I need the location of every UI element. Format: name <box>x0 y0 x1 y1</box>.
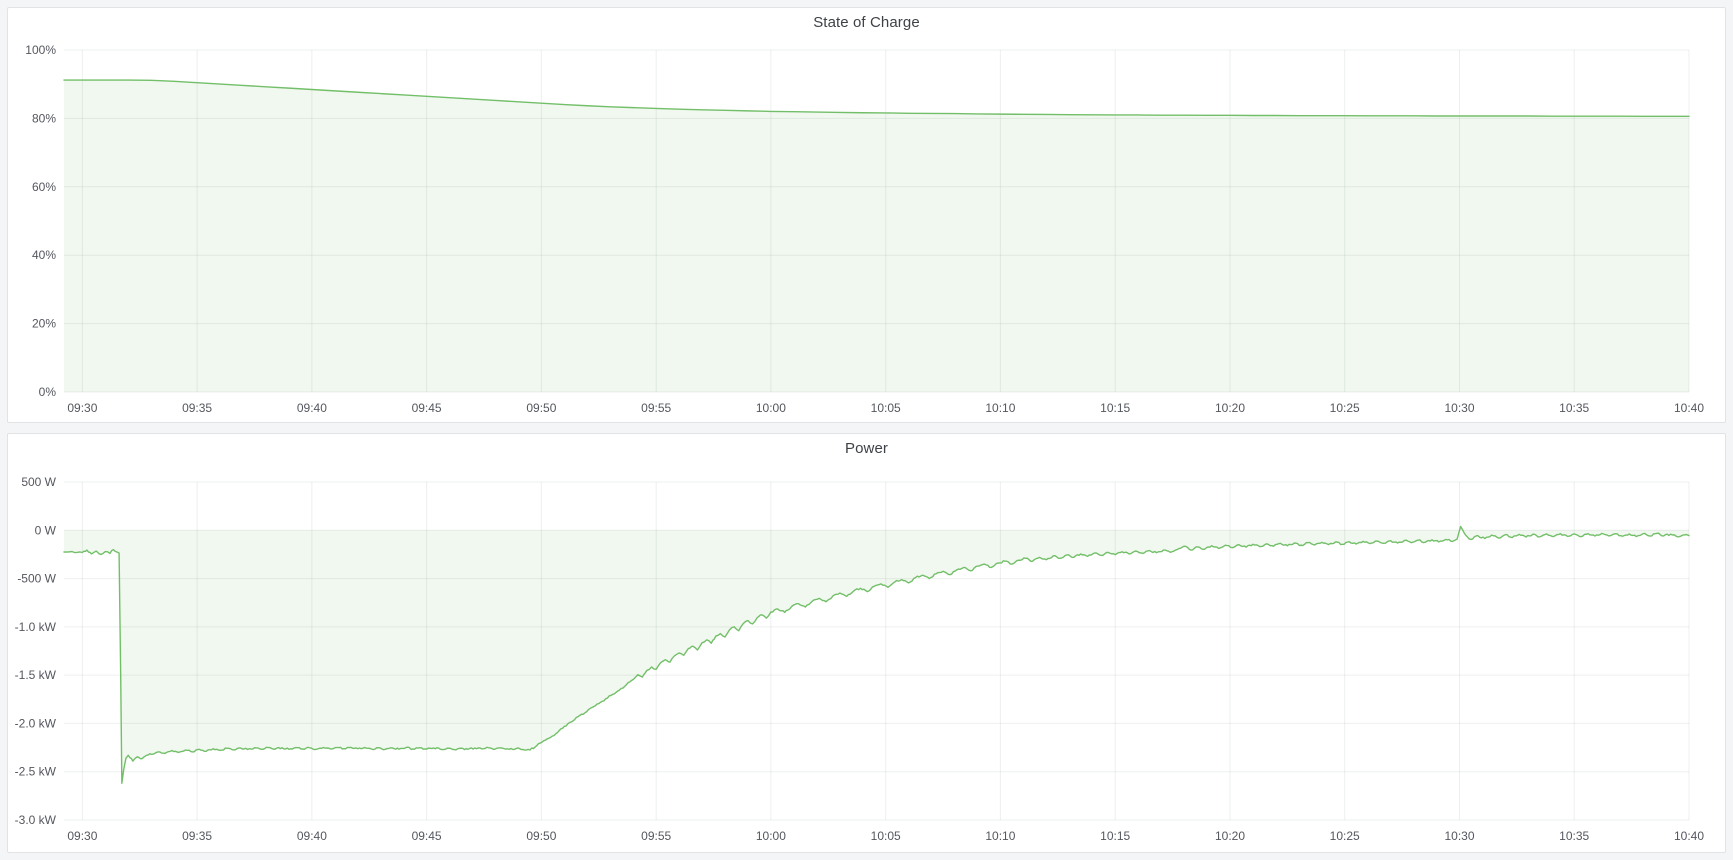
soc-chart-svg: 0% 20% 40% 60% 80% 100% 09:30 09:35 09:40 09:45 09… <box>8 36 1725 420</box>
x-tick-label: 09:50 <box>526 401 556 415</box>
x-tick-label: 09:50 <box>526 829 556 843</box>
y-tick-label: -1.5 kW <box>15 668 57 682</box>
x-tick-label: 10:40 <box>1674 829 1704 843</box>
soc-panel: State of Charge 0%20%40%60%80%100%09:300… <box>7 7 1726 423</box>
x-tick-label: 10:05 <box>871 829 901 843</box>
y-tick-label: 0 W <box>35 523 57 537</box>
y-tick-label: 20% <box>32 317 56 331</box>
power-panel-title[interactable]: Power <box>8 434 1725 462</box>
x-tick-label: 09:45 <box>412 401 442 415</box>
x-tick-label: 09:55 <box>641 829 671 843</box>
x-tick-label: 10:05 <box>871 401 901 415</box>
y-tick-label: 80% <box>32 111 56 125</box>
x-tick-label: 10:20 <box>1215 401 1245 415</box>
power-chart[interactable]: -3.0 kW -2.5 kW -2.0 kW -1.5 kW -1.0 kW -500 … <box>8 462 1725 850</box>
x-tick-label: 10:00 <box>756 829 786 843</box>
y-tick-label: -1.0 kW <box>15 620 57 634</box>
soc-chart[interactable]: 0% 20% 40% 60% 80% 100% 09:30 09:35 09:40 09:45 09… <box>8 36 1725 420</box>
y-tick-label: -3.0 kW <box>15 813 57 827</box>
x-tick-label: 10:10 <box>985 829 1015 843</box>
y-tick-label: -2.0 kW <box>15 716 57 730</box>
x-tick-label: 10:35 <box>1559 829 1589 843</box>
soc-panel-title[interactable]: State of Charge <box>8 8 1725 36</box>
x-tick-label: 10:15 <box>1100 401 1130 415</box>
x-tick-label: 10:25 <box>1330 829 1360 843</box>
y-tick-label: 40% <box>32 248 56 262</box>
power-panel: Power -3.0 kW -2.5 kW -2.0 kW -1.5 kW -1.0 k… <box>7 433 1726 853</box>
x-tick-label: 09:30 <box>67 401 97 415</box>
x-tick-label: 10:30 <box>1444 401 1474 415</box>
power-chart-svg: -3.0 kW -2.5 kW -2.0 kW -1.5 kW -1.0 kW -500 … <box>8 462 1725 850</box>
y-tick-label: 100% <box>25 43 56 57</box>
y-tick-label: 0% <box>39 385 57 399</box>
x-tick-label: 10:30 <box>1444 829 1474 843</box>
x-tick-label: 09:40 <box>297 401 327 415</box>
x-tick-label: 10:25 <box>1330 401 1360 415</box>
x-tick-label: 09:35 <box>182 401 212 415</box>
x-tick-label: 10:35 <box>1559 401 1589 415</box>
x-tick-label: 10:00 <box>756 401 786 415</box>
y-tick-label: 500 W <box>21 475 56 489</box>
x-tick-label: 09:40 <box>297 829 327 843</box>
x-tick-label: 10:20 <box>1215 829 1245 843</box>
y-tick-label: 60% <box>32 180 56 194</box>
x-tick-label: 10:40 <box>1674 401 1704 415</box>
y-tick-label: -500 W <box>17 572 56 586</box>
x-tick-label: 10:10 <box>985 401 1015 415</box>
x-tick-label: 09:55 <box>641 401 671 415</box>
x-tick-label: 09:35 <box>182 829 212 843</box>
x-tick-label: 09:45 <box>412 829 442 843</box>
x-tick-label: 09:30 <box>67 829 97 843</box>
y-tick-label: -2.5 kW <box>15 765 57 779</box>
x-tick-label: 10:15 <box>1100 829 1130 843</box>
